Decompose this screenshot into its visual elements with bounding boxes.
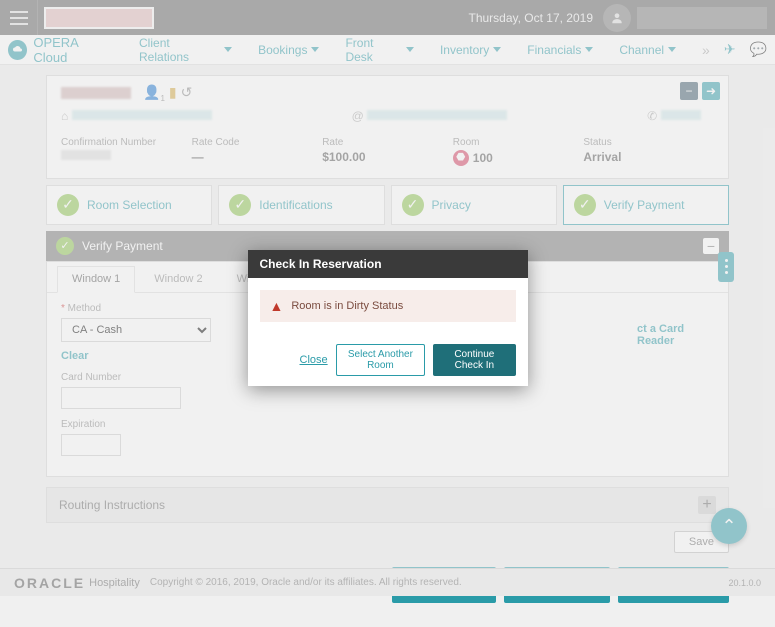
- property-selector[interactable]: [44, 7, 154, 29]
- check-in-modal: Check In Reservation ▲ Room is in Dirty …: [248, 250, 528, 386]
- check-icon: ✓: [56, 237, 74, 255]
- continue-check-in-button[interactable]: Continue Check In: [433, 344, 515, 376]
- footer: ORACLE Hospitality Copyright © 2016, 201…: [0, 568, 775, 596]
- warning-box: ▲ Room is in Dirty Status: [260, 290, 516, 322]
- status-value: Arrival: [583, 150, 714, 164]
- cloud-icon: [8, 40, 27, 60]
- menu-bookings[interactable]: Bookings: [258, 43, 319, 57]
- chevron-down-icon: [493, 47, 501, 52]
- warning-icon: ▲: [270, 298, 284, 314]
- check-icon: ✓: [402, 194, 424, 216]
- modal-title: Check In Reservation: [248, 250, 528, 278]
- tab-window-1[interactable]: Window 1: [57, 266, 135, 293]
- copyright-text: Copyright © 2016, 2019, Oracle and/or it…: [150, 577, 462, 588]
- steps-row: ✓Room Selection ✓Identifications ✓Privac…: [46, 185, 729, 225]
- room-value: 100: [473, 151, 493, 165]
- status-label: Status: [583, 137, 714, 148]
- menu-bar: OPERA Cloud Client Relations Bookings Fr…: [0, 35, 775, 65]
- expand-button[interactable]: ➜: [702, 82, 720, 100]
- home-icon: ⌂: [61, 109, 212, 123]
- rate-code-value: —: [192, 150, 323, 164]
- user-icon[interactable]: [603, 4, 631, 32]
- chevron-down-icon: [311, 47, 319, 52]
- chevron-down-icon: [668, 47, 676, 52]
- guest-name[interactable]: [61, 87, 131, 99]
- collapse-button[interactable]: −: [680, 82, 698, 100]
- clear-link[interactable]: Clear: [61, 350, 211, 362]
- menu-financials[interactable]: Financials: [527, 43, 593, 57]
- phone-icon: ✆: [647, 109, 700, 123]
- method-label: Method: [61, 303, 211, 314]
- expiration-input[interactable]: [61, 434, 121, 456]
- refresh-icon[interactable]: ↺: [181, 84, 193, 103]
- current-date: Thursday, Oct 17, 2019: [468, 11, 593, 25]
- add-routing-button[interactable]: +: [698, 496, 716, 514]
- scroll-top-button[interactable]: ⌃: [711, 508, 747, 544]
- menu-front-desk[interactable]: Front Desk: [345, 36, 413, 64]
- brand[interactable]: OPERA Cloud: [8, 35, 113, 65]
- email-icon: @: [352, 109, 508, 123]
- section-title: Verify Payment: [82, 239, 163, 253]
- version-text: 20.1.0.0: [728, 578, 761, 588]
- method-select[interactable]: CA - Cash: [61, 318, 211, 342]
- hamburger-menu[interactable]: [0, 0, 38, 35]
- warning-text: Room is in Dirty Status: [291, 300, 403, 312]
- collapse-section-button[interactable]: −: [703, 238, 719, 254]
- check-icon: ✓: [229, 194, 251, 216]
- step-privacy[interactable]: ✓Privacy: [391, 185, 557, 225]
- bottle-icon: ▮: [169, 84, 177, 103]
- more-menu-icon[interactable]: »: [702, 42, 710, 58]
- chevron-down-icon: [585, 47, 593, 52]
- menu-client-relations[interactable]: Client Relations: [139, 36, 232, 64]
- rate-value: $100.00: [322, 150, 453, 164]
- chat-icon[interactable]: 💬: [750, 41, 767, 58]
- step-identifications[interactable]: ✓Identifications: [218, 185, 384, 225]
- chevron-down-icon: [224, 47, 232, 52]
- user-name[interactable]: [637, 7, 767, 29]
- chevron-down-icon: [406, 47, 414, 52]
- routing-section[interactable]: Routing Instructions +: [46, 487, 729, 523]
- check-icon: ✓: [57, 194, 79, 216]
- menu-inventory[interactable]: Inventory: [440, 43, 501, 57]
- check-icon: ✓: [574, 194, 596, 216]
- card-reader-link[interactable]: ct a Card Reader: [637, 303, 714, 456]
- card-number-label: Card Number: [61, 372, 211, 383]
- room-label: Room: [453, 137, 584, 148]
- adults-icon: 👤1: [143, 84, 165, 103]
- card-number-input[interactable]: [61, 387, 181, 409]
- rate-label: Rate: [322, 137, 453, 148]
- oracle-logo: ORACLE: [14, 575, 85, 591]
- expiration-label: Expiration: [61, 419, 211, 430]
- menu-channel[interactable]: Channel: [619, 43, 676, 57]
- top-bar: Thursday, Oct 17, 2019: [0, 0, 775, 35]
- select-another-room-button[interactable]: Select Another Room: [336, 344, 426, 376]
- rate-code-label: Rate Code: [192, 137, 323, 148]
- confirmation-label: Confirmation Number: [61, 137, 192, 148]
- guest-card: 👤1 ▮ ↺ ⌂ @ ✆ − ➜ Confirmation Number: [46, 75, 729, 179]
- routing-label: Routing Instructions: [59, 498, 165, 512]
- step-room-selection[interactable]: ✓Room Selection: [46, 185, 212, 225]
- step-verify-payment[interactable]: ✓Verify Payment: [563, 185, 729, 225]
- hospitality-label: Hospitality: [89, 577, 140, 589]
- panel-actions-button[interactable]: [718, 252, 734, 282]
- room-status-icon: ⬣: [453, 150, 469, 166]
- rocket-icon[interactable]: ✈: [724, 41, 736, 58]
- tab-window-2[interactable]: Window 2: [139, 266, 217, 292]
- modal-close-link[interactable]: Close: [300, 354, 328, 366]
